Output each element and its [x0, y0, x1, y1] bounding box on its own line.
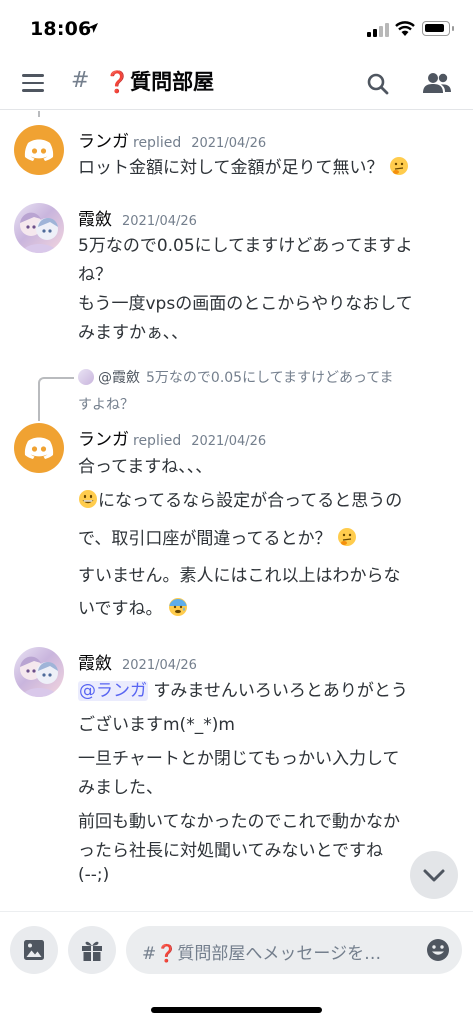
chevron-down-icon: [423, 869, 445, 882]
message-text: すいません。素人にはこれ以上はわからな: [78, 566, 401, 586]
message-timestamp: 2021/04/26: [122, 658, 197, 673]
reply-preview-text: 5万なので0.05にしてますけどあってま: [146, 370, 394, 386]
reply-connector: [38, 111, 48, 117]
channel-header: # ❓質問部屋: [0, 52, 473, 110]
image-upload-button[interactable]: [10, 926, 58, 974]
message-timestamp: 2021/04/26: [191, 434, 267, 449]
message-author[interactable]: ランガ: [78, 132, 129, 152]
thinking-face-emoji-icon: [337, 528, 356, 546]
image-icon: [24, 940, 44, 960]
message-text: ね？: [78, 265, 112, 285]
message-author[interactable]: 霞斂: [78, 210, 112, 230]
reply-avatar: [78, 369, 94, 385]
message-text: 一旦チャートとか閉じてもっかい入力して: [78, 749, 400, 769]
message-text: (--;): [78, 865, 110, 885]
reply-preview[interactable]: @霞斂 5万なので0.05にしてますけどあってま: [78, 367, 394, 387]
gift-button[interactable]: [68, 926, 116, 974]
anxious-face-emoji-icon: [168, 598, 187, 616]
gift-icon: [82, 941, 102, 961]
discord-logo-icon: [24, 437, 54, 459]
avatar[interactable]: [14, 203, 64, 253]
message-text: もう一度vpsの画面のとこからやりなおして: [78, 294, 413, 314]
message-author[interactable]: ランガ: [78, 430, 129, 450]
message-text: 5万なので0.05にしてますけどあってますよ: [78, 236, 413, 256]
emoji-icon[interactable]: [426, 938, 450, 962]
location-arrow-icon: [88, 23, 98, 33]
message-timestamp: 2021/04/26: [122, 214, 197, 229]
channel-hash-icon: #: [71, 68, 90, 93]
wifi-icon: [395, 21, 415, 36]
avatar[interactable]: [14, 647, 64, 697]
message-list[interactable]: ランガ replied 2021/04/26 ロット金額に対して金額が足りて無い？: [0, 111, 473, 911]
message-text: いですね。: [78, 594, 188, 619]
scroll-to-bottom-button[interactable]: [410, 851, 458, 899]
status-time: 18:06: [30, 18, 92, 40]
message-timestamp: 2021/04/26: [191, 136, 267, 151]
reply-connector: [38, 377, 74, 421]
avatar[interactable]: [14, 125, 64, 175]
message-input-placeholder: #❓質問部屋へメッセージを…: [142, 944, 382, 964]
message-text: で、取引口座が間違ってるとか？: [78, 524, 357, 549]
message-text: ったら社長に対処聞いてみないとですね: [78, 841, 383, 861]
replied-label: replied: [133, 135, 182, 151]
message-text: になってるなら設定が合ってると思うの: [78, 486, 402, 511]
channel-title[interactable]: ❓質問部屋: [104, 66, 214, 96]
cellular-signal-icon: [367, 23, 389, 37]
discord-logo-icon: [24, 139, 54, 161]
hamburger-icon[interactable]: [22, 74, 44, 92]
message-text: 前回も動いてなかったのでこれで動かなか: [78, 812, 400, 832]
replied-label: replied: [133, 433, 182, 449]
avatar[interactable]: [14, 423, 64, 473]
message-text: 合ってますね、、、: [78, 457, 213, 477]
status-bar: 18:06: [0, 0, 473, 52]
thinking-face-emoji-icon: [389, 157, 408, 175]
message-text: みました、: [78, 778, 163, 798]
members-icon[interactable]: [423, 72, 451, 94]
battery-icon: [422, 21, 454, 36]
home-indicator: [151, 1007, 322, 1013]
anime-avatar-icon: [20, 212, 58, 253]
message-text: みますかぁ、、: [78, 323, 189, 343]
search-icon[interactable]: [366, 72, 390, 96]
user-mention[interactable]: @ランガ: [78, 681, 148, 701]
anime-avatar-icon: [20, 656, 58, 697]
message-text: ございますm(*_*)m: [78, 715, 235, 735]
reply-author[interactable]: @霞斂: [98, 370, 140, 386]
message-text: @ランガ すみませんいろいろとありがとう: [78, 681, 408, 701]
message-text: ロット金額に対して金額が足りて無い？: [78, 153, 409, 178]
reply-preview-text: すよね？: [78, 397, 134, 413]
battery-level: [425, 24, 444, 32]
message-composer: #❓質問部屋へメッセージを…: [0, 911, 473, 991]
message-author[interactable]: 霞斂: [78, 654, 112, 674]
message-input[interactable]: #❓質問部屋へメッセージを…: [126, 926, 462, 974]
grinning-face-emoji-icon: [79, 490, 97, 508]
